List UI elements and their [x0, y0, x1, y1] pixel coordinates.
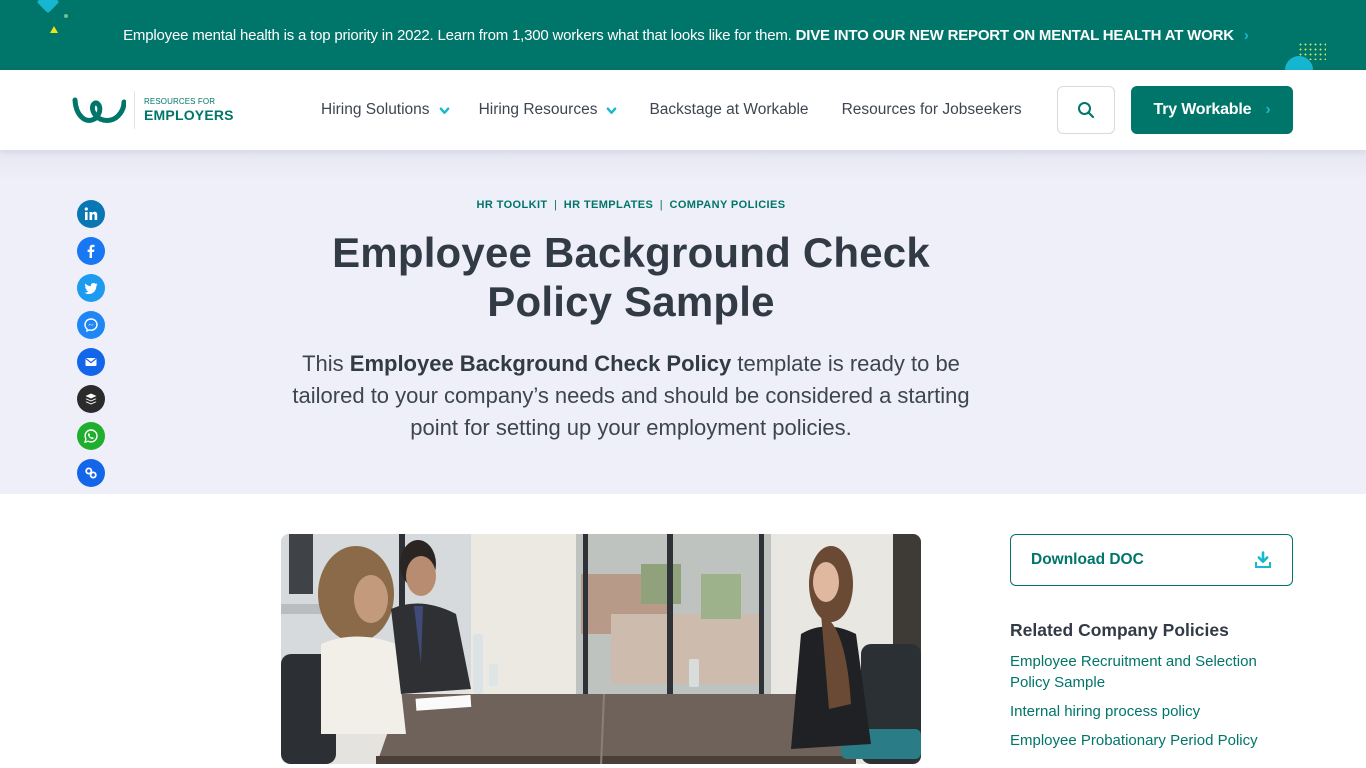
- linkedin-icon: [84, 207, 98, 220]
- share-twitter-button[interactable]: [77, 274, 105, 302]
- breadcrumb-separator: |: [553, 199, 558, 211]
- breadcrumb-hr-toolkit[interactable]: HR TOOLKIT: [477, 199, 548, 211]
- related-link[interactable]: Internal hiring process policy: [1010, 701, 1280, 722]
- decorative-diamond: [36, 0, 60, 14]
- chevron-right-icon: ›: [1265, 101, 1271, 118]
- chevron-down-icon: [439, 106, 449, 114]
- article-image: [281, 534, 921, 764]
- share-whatsapp-button[interactable]: [77, 422, 105, 450]
- search-button[interactable]: [1057, 86, 1115, 134]
- messenger-icon: [84, 318, 98, 333]
- logo-title: EMPLOYERS: [144, 107, 234, 123]
- decorative-dot: [64, 14, 68, 18]
- workable-logo-icon: [72, 97, 126, 123]
- intro-prefix: This: [302, 351, 350, 376]
- logo-text: RESOURCES FOR EMPLOYERS: [144, 97, 234, 123]
- breadcrumb-separator: |: [659, 199, 663, 211]
- promo-cta-link[interactable]: DIVE INTO OUR NEW REPORT ON MENTAL HEALT…: [796, 27, 1234, 44]
- nav-jobseekers[interactable]: Resources for Jobseekers: [842, 101, 1022, 119]
- logo[interactable]: RESOURCES FOR EMPLOYERS: [72, 90, 234, 130]
- whatsapp-icon: [84, 429, 98, 443]
- hero-section: HR TOOLKIT | HR TEMPLATES | COMPANY POLI…: [0, 150, 1366, 494]
- page-intro: This Employee Background Check Policy te…: [281, 348, 981, 444]
- logo-divider: [134, 91, 135, 129]
- breadcrumb: HR TOOLKIT | HR TEMPLATES | COMPANY POLI…: [0, 199, 1262, 211]
- download-doc-label: Download DOC: [1031, 551, 1144, 568]
- site-header: RESOURCES FOR EMPLOYERS Hiring Solutions…: [0, 70, 1366, 150]
- download-icon: [1255, 551, 1271, 568]
- related-link[interactable]: Employee Recruitment and Selection Polic…: [1010, 651, 1280, 693]
- nav-label: Hiring Resources: [478, 101, 598, 118]
- share-email-button[interactable]: [77, 348, 105, 376]
- related-link[interactable]: Employee Probationary Period Policy: [1010, 730, 1280, 751]
- breadcrumb-company-policies[interactable]: COMPANY POLICIES: [669, 199, 785, 211]
- share-bar: [77, 200, 105, 496]
- twitter-icon: [84, 283, 98, 294]
- nav-label: Backstage at Workable: [649, 101, 809, 118]
- chevron-down-icon: [607, 106, 617, 114]
- share-facebook-button[interactable]: [77, 237, 105, 265]
- promo-text[interactable]: Employee mental health is a top priority…: [123, 27, 1234, 44]
- nav-hiring-solutions[interactable]: Hiring Solutions: [321, 101, 450, 119]
- download-doc-button[interactable]: Download DOC: [1010, 534, 1293, 586]
- intro-bold: Employee Background Check Policy: [349, 351, 732, 376]
- share-linkedin-button[interactable]: [77, 200, 105, 228]
- share-copy-link-button[interactable]: [77, 459, 105, 487]
- try-workable-button[interactable]: Try Workable ›: [1131, 86, 1293, 134]
- promo-message: Employee mental health is a top priority…: [123, 26, 792, 44]
- main-nav: Hiring Solutions Hiring Resources Backst…: [321, 70, 1022, 150]
- share-buffer-button[interactable]: [77, 385, 105, 413]
- logo-subtitle: RESOURCES FOR: [144, 97, 216, 106]
- email-icon: [85, 358, 97, 366]
- nav-backstage[interactable]: Backstage at Workable: [649, 101, 808, 119]
- decorative-triangle: [50, 26, 58, 33]
- share-messenger-button[interactable]: [77, 311, 105, 339]
- related-policies-title: Related Company Policies: [1010, 620, 1229, 640]
- link-icon: [85, 467, 97, 479]
- facebook-icon: [87, 244, 95, 258]
- nav-label: Hiring Solutions: [321, 101, 430, 118]
- nav-hiring-resources[interactable]: Hiring Resources: [479, 101, 618, 119]
- promo-banner[interactable]: Employee mental health is a top priority…: [0, 0, 1366, 70]
- chevron-right-icon[interactable]: ›: [1244, 27, 1249, 44]
- buffer-icon: [85, 393, 97, 405]
- search-icon: [1078, 102, 1095, 119]
- breadcrumb-hr-templates[interactable]: HR TEMPLATES: [564, 199, 654, 211]
- page-title: Employee Background Check Policy Sample: [332, 229, 930, 325]
- try-workable-label: Try Workable: [1153, 101, 1252, 118]
- related-policies: Related Company Policies Employee Recrui…: [1010, 620, 1300, 759]
- interview-photo: [281, 534, 921, 764]
- nav-label: Resources for Jobseekers: [841, 101, 1022, 118]
